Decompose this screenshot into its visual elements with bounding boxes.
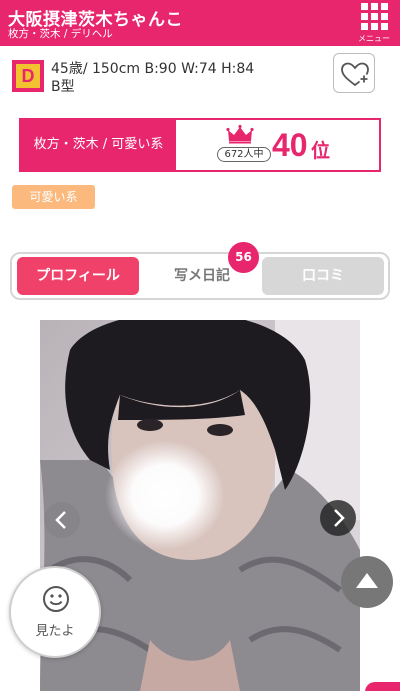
tab-profile[interactable]: プロフィール: [17, 257, 139, 295]
ranking-count: 672人中: [217, 147, 271, 162]
grid-menu-icon: [361, 3, 388, 30]
next-photo-button[interactable]: [320, 500, 356, 536]
favorite-button[interactable]: [333, 53, 375, 93]
menu-button[interactable]: メニュー: [348, 0, 400, 46]
heart-plus-icon: [341, 62, 370, 87]
ranking-suffix: 位: [311, 140, 331, 162]
triangle-up-icon: [356, 573, 378, 588]
mitayo-label: 見たよ: [35, 624, 75, 639]
stats-blood-type: B型: [51, 79, 75, 95]
tab-review[interactable]: 口コミ: [262, 257, 384, 295]
rank-letter: D: [16, 64, 40, 88]
scroll-to-top-button[interactable]: [341, 556, 393, 608]
diary-count-badge: 56: [228, 242, 259, 273]
mitayo-button[interactable]: 見たよ: [9, 566, 101, 658]
chevron-left-icon: [55, 511, 66, 529]
menu-label: メニュー: [358, 34, 390, 43]
smiley-face-icon: [43, 586, 69, 612]
type-tag[interactable]: 可愛い系: [12, 185, 95, 209]
ranking-box[interactable]: 枚方・茨木 / 可愛い系 672人中 40 位: [19, 118, 381, 172]
previous-photo-button[interactable]: [44, 502, 80, 538]
chevron-right-icon: [334, 509, 345, 527]
ranking-area-label: 枚方・茨木 / 可愛い系: [21, 120, 176, 170]
corner-pink-tab[interactable]: [365, 682, 400, 691]
profile-stats: 45歳/ 150cm B:90 W:74 H:84 B型: [51, 60, 254, 96]
rank-badge: D: [12, 60, 44, 92]
crown-icon: [226, 124, 254, 144]
profile-tabs: プロフィール 写メ日記 口コミ: [10, 252, 390, 300]
stats-measurements: 45歳/ 150cm B:90 W:74 H:84: [51, 61, 255, 77]
shop-subtitle: 枚方・茨木 / デリヘル: [8, 28, 113, 40]
site-header: 大阪摂津茨木ちゃんこ 枚方・茨木 / デリヘル メニュー: [0, 0, 400, 46]
ranking-number: 40: [272, 127, 308, 163]
